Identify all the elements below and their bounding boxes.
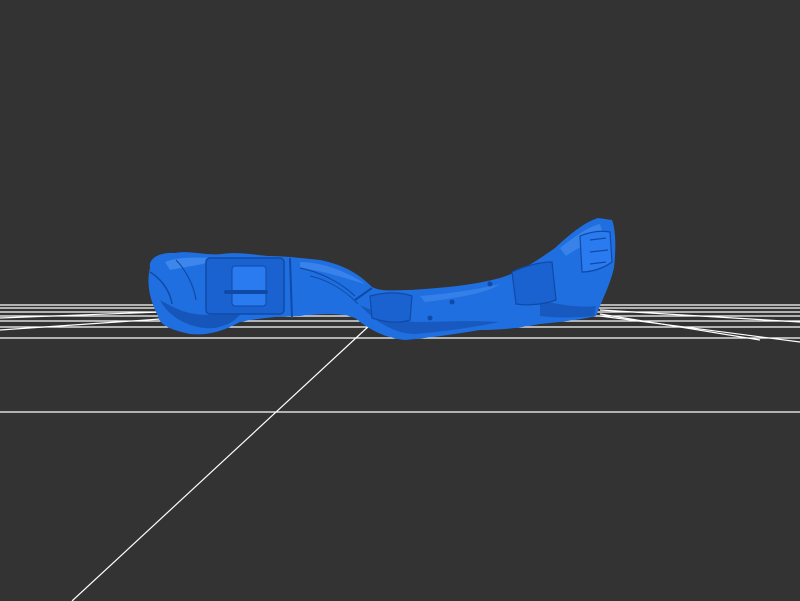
mesh-model-icon[interactable] [148,218,616,340]
3d-scene[interactable] [0,0,800,601]
grid-line [0,317,176,331]
3d-viewport[interactable] [0,0,800,601]
grid-line [0,311,161,319]
grid-line [71,324,371,601]
ground-grid [0,304,800,601]
